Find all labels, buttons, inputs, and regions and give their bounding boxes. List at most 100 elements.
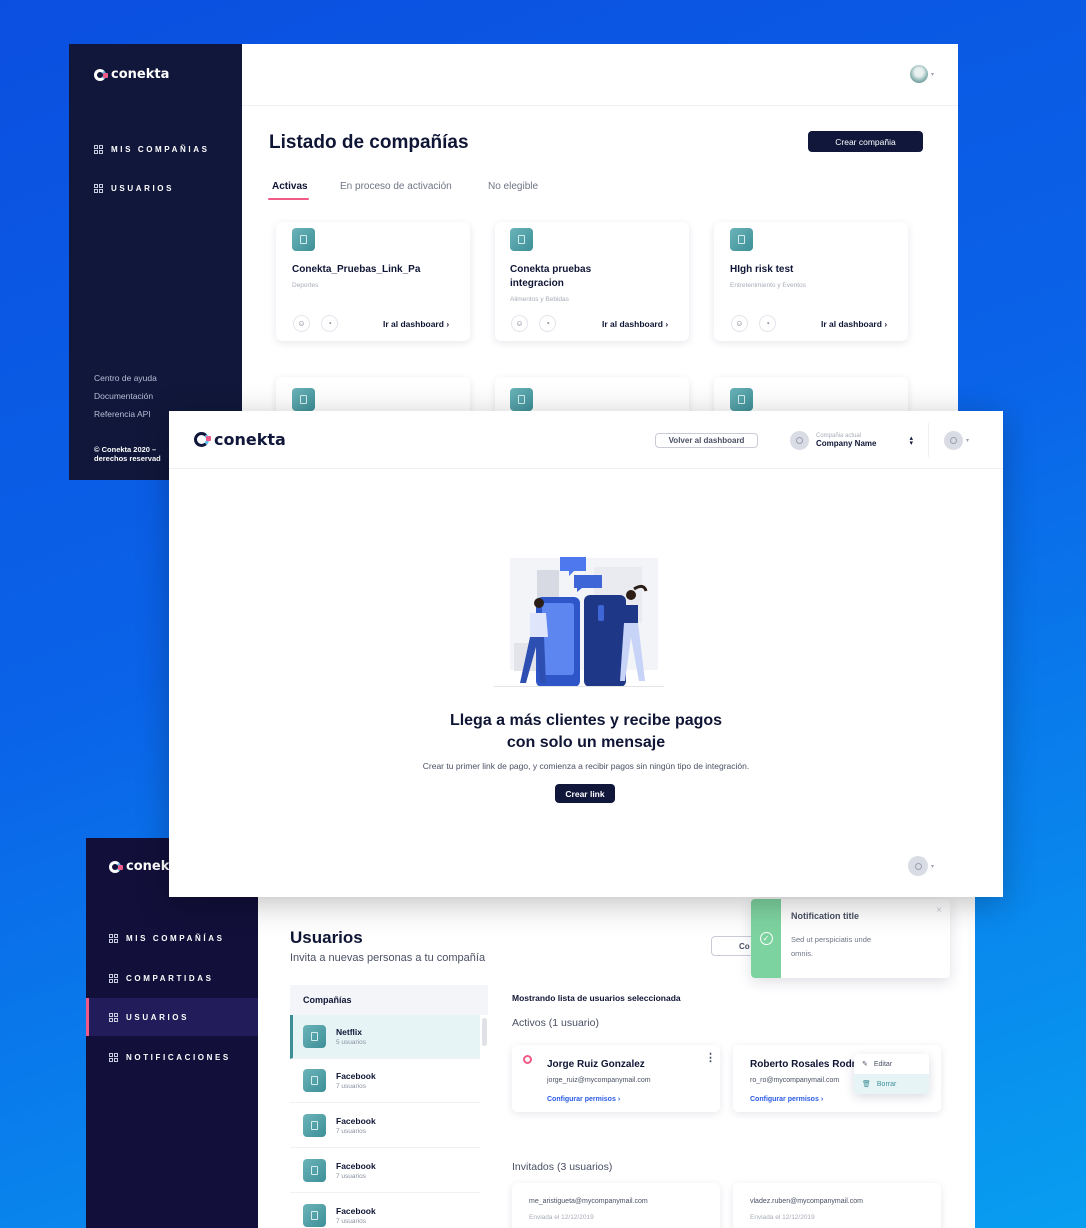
menu-item-edit[interactable]: ✎ Editar (854, 1054, 929, 1074)
company-card[interactable]: Conekta_Pruebas_Link_Pa Deportes ☺ ◔ Ir … (276, 222, 470, 341)
list-item[interactable]: Facebook 7 usuarios (290, 1194, 480, 1228)
sidebar-item-mis-companias[interactable]: MIS COMPAÑIAS (94, 145, 210, 154)
invited-email: me_aristigueta@mycompanymail.com (529, 1198, 648, 1205)
company-category: Deportes (292, 282, 319, 289)
notification-body: Sed ut perspiciatis unde omnis. (791, 933, 871, 961)
company-name: Conekta pruebas integracion (510, 263, 591, 291)
chevron-down-icon: ▾ (931, 863, 935, 870)
notification-title: Notification title (791, 911, 859, 921)
documentation-link[interactable]: Documentación (94, 391, 153, 401)
user-card[interactable]: Jorge Ruiz Gonzalez jorge_ruiz@mycompany… (512, 1045, 720, 1112)
conekta-logo-icon (94, 68, 108, 81)
invite-sent-date: Enviada el 12/12/2019 (529, 1214, 594, 1221)
link-label: Ir al dashboard (602, 319, 663, 329)
create-company-button[interactable]: Crear compañia (808, 131, 923, 152)
company-icon (510, 228, 533, 251)
sidebar-item-usuarios[interactable]: USUARIOS (94, 184, 174, 193)
active-tab-indicator (268, 198, 309, 200)
tab-no-elegible[interactable]: No elegible (488, 181, 538, 192)
tab-en-proceso[interactable]: En proceso de activación (340, 181, 452, 192)
user-icon[interactable]: ☺ (293, 315, 310, 332)
user-menu[interactable]: ▾ (908, 856, 934, 876)
users-screen: Usuarios Invita a nuevas personas a tu c… (258, 897, 975, 1228)
company-card[interactable]: HIgh risk test Entretenimiento y Eventos… (714, 222, 908, 341)
list-item[interactable]: Facebook 7 usuarios (290, 1149, 480, 1193)
bell-icon[interactable]: ◔ (759, 315, 776, 332)
sidebar-item-label: USUARIOS (126, 1012, 190, 1022)
go-to-dashboard-link[interactable]: Ir al dashboard › (383, 319, 449, 329)
user-email: ro_ro@mycompanymail.com (750, 1077, 840, 1084)
list-item[interactable]: Facebook 7 usuarios (290, 1104, 480, 1148)
sidebar-item-mis-companias[interactable]: MIS COMPAÑÍAS (86, 919, 258, 957)
invite-card[interactable]: vladez.ruben@mycompanymail.com Enviada e… (733, 1183, 941, 1228)
chat-illustration (494, 557, 664, 687)
menu-item-delete[interactable]: 🗑 Borrar (854, 1074, 929, 1094)
avatar (790, 431, 809, 450)
company-selector[interactable]: Compañia actual Company Name ▴ ▾ (790, 431, 913, 450)
company-icon (730, 388, 753, 411)
configure-permissions-link[interactable]: Configurar permisos › (750, 1096, 823, 1103)
pencil-icon: ✎ (862, 1061, 868, 1068)
top-bar: ▾ (242, 44, 958, 106)
api-reference-link[interactable]: Referencia API (94, 409, 151, 419)
more-options-icon[interactable]: ⋮ (705, 1051, 716, 1064)
link-label: Ir al dashboard (383, 319, 444, 329)
grid-icon (109, 1052, 118, 1062)
chevron-right-icon: › (446, 319, 450, 329)
sidebar-item-usuarios[interactable]: USUARIOS (86, 998, 258, 1036)
conekta-logo[interactable]: conekta (194, 430, 286, 449)
close-icon[interactable]: × (936, 905, 942, 916)
user-name: Jorge Ruiz Gonzalez (547, 1059, 645, 1070)
user-menu[interactable]: ▾ (909, 65, 934, 83)
go-to-dashboard-link[interactable]: Ir al dashboard › (821, 319, 887, 329)
avatar (909, 65, 928, 83)
page-subtitle: Invita a nuevas personas a tu compañía (290, 952, 486, 964)
company-name-line: integracion (510, 278, 564, 289)
sidebar-item-compartidas[interactable]: COMPARTIDAS (86, 959, 258, 997)
help-center-link[interactable]: Centro de ayuda (94, 373, 157, 383)
company-name: HIgh risk test (730, 264, 794, 275)
company-icon (303, 1025, 326, 1048)
company-category: Alimentos y Bebidas (510, 296, 569, 303)
trash-icon: 🗑 (862, 1081, 871, 1088)
sidebar-item-label: USUARIOS (111, 184, 175, 193)
company-name: Company Name (816, 439, 877, 448)
back-to-dashboard-button[interactable]: Volver al dashboard (655, 433, 758, 448)
top-bar: conekta Volver al dashboard Compañia act… (169, 411, 1003, 469)
configure-permissions-link[interactable]: Configurar permisos › (547, 1096, 620, 1103)
user-icon (914, 862, 922, 870)
go-to-dashboard-link[interactable]: Ir al dashboard › (602, 319, 668, 329)
chevron-right-icon: › (665, 319, 669, 329)
tab-activas[interactable]: Activas (272, 181, 308, 192)
avatar (944, 431, 963, 450)
company-category: Entretenimiento y Eventos (730, 282, 806, 289)
company-name: Facebook (336, 1116, 376, 1126)
sidebar-item-notificaciones[interactable]: NOTIFICACIONES (86, 1038, 258, 1076)
company-icon (303, 1159, 326, 1182)
company-icon (510, 388, 533, 411)
company-name: Conekta_Pruebas_Link_Pa (292, 264, 421, 275)
scrollbar[interactable] (482, 1018, 487, 1046)
conekta-logo-icon (194, 432, 211, 447)
company-name: Netflix (336, 1027, 362, 1037)
user-icon (950, 437, 957, 444)
list-header: Mostrando lista de usuarios seleccionada (512, 993, 681, 1003)
list-item[interactable]: Facebook 7 usuarios (290, 1059, 480, 1103)
chevron-right-icon: › (884, 319, 888, 329)
user-icon[interactable]: ☺ (511, 315, 528, 332)
bell-icon[interactable]: ◔ (321, 315, 338, 332)
grid-icon (94, 184, 103, 193)
invited-section-title: Invitados (3 usuarios) (512, 1161, 613, 1173)
empty-state-title-line: Llega a más clientes y recibe pagos (449, 712, 723, 729)
grid-icon (94, 145, 103, 154)
company-card[interactable]: Conekta pruebas integracion Alimentos y … (495, 222, 689, 341)
conekta-logo[interactable]: conekta (94, 67, 169, 82)
invite-card[interactable]: me_aristigueta@mycompanymail.com Enviada… (512, 1183, 720, 1228)
create-link-button[interactable]: Crear link (555, 784, 615, 803)
user-icon[interactable]: ☺ (731, 315, 748, 332)
list-item[interactable]: Netflix 5 usuarios (290, 1015, 480, 1059)
chevron-down-icon: ▾ (966, 438, 970, 444)
bell-icon[interactable]: ◔ (539, 315, 556, 332)
company-icon (303, 1069, 326, 1092)
user-menu[interactable]: ▾ (944, 431, 969, 450)
